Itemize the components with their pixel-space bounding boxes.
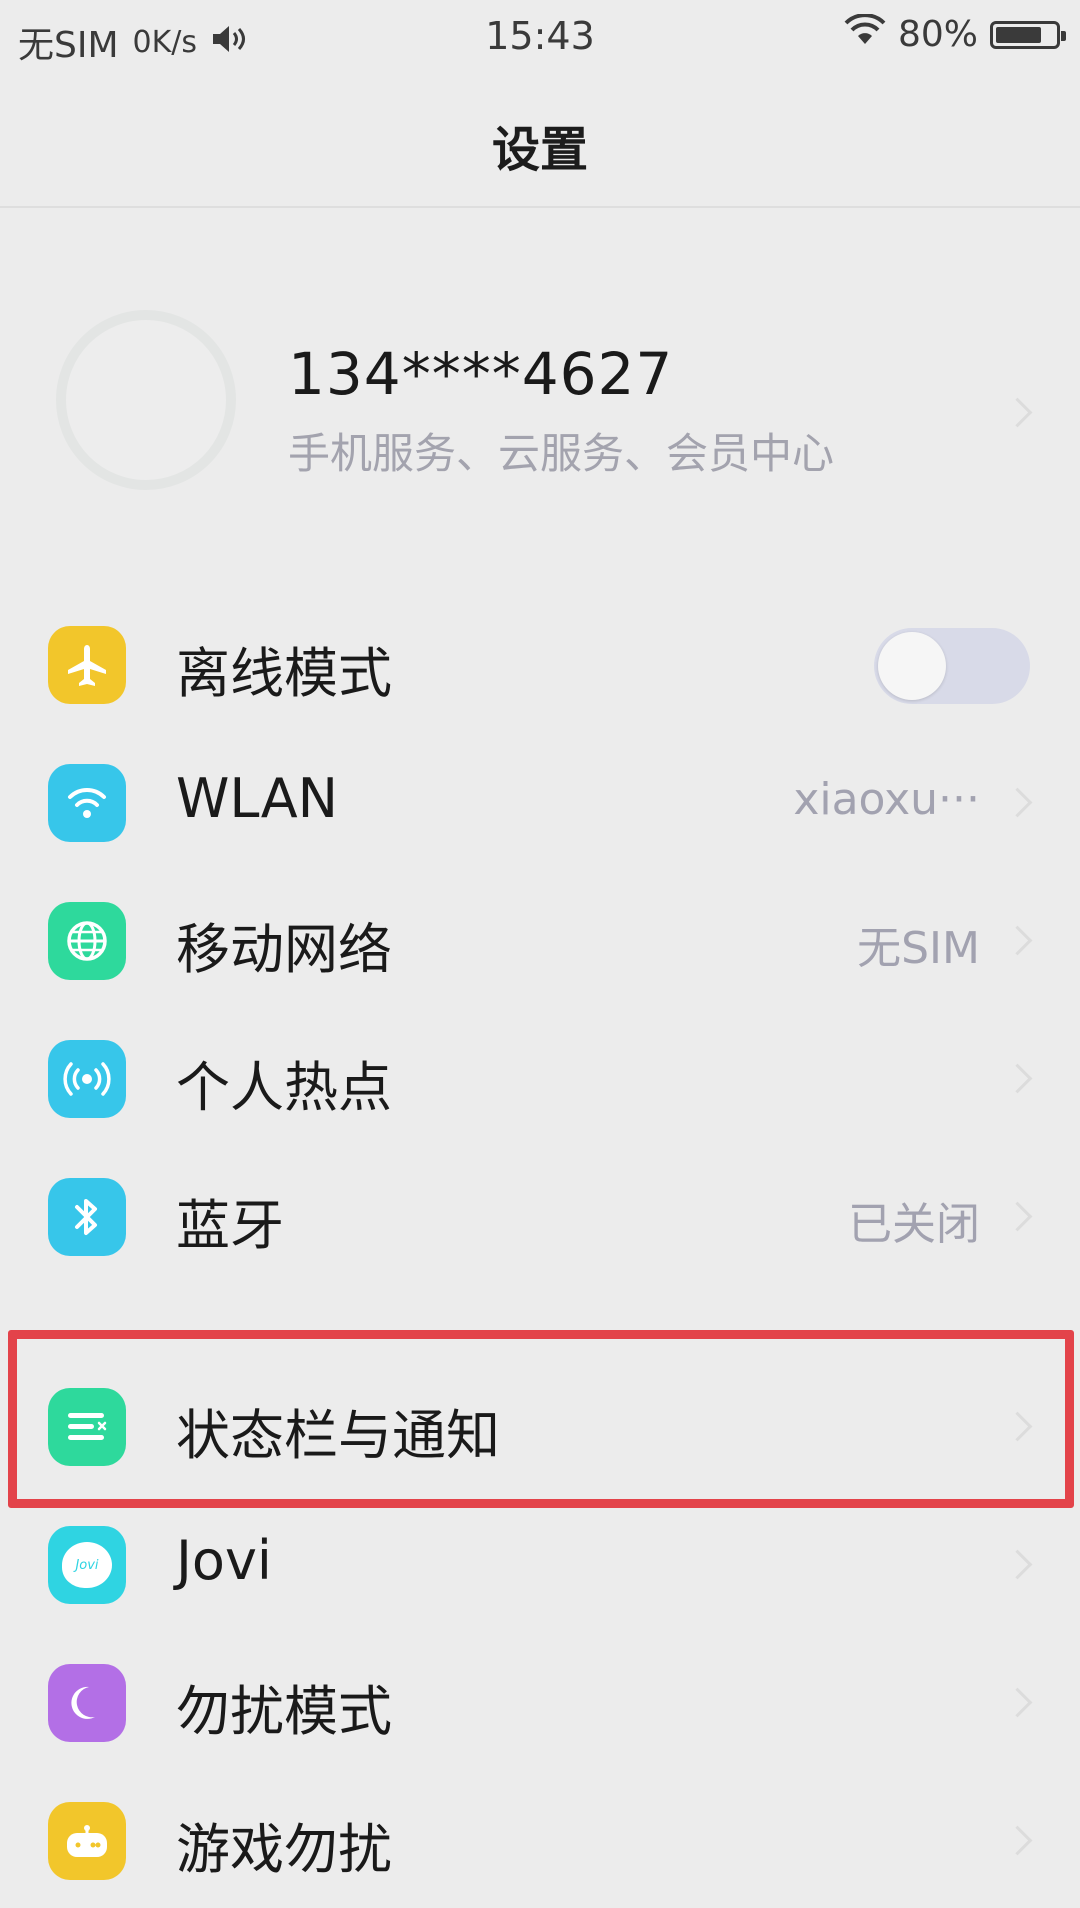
- highlight-box: [8, 1330, 1074, 1508]
- setting-value: 无SIM: [857, 923, 980, 974]
- setting-hotspot[interactable]: 个人热点: [0, 1008, 1080, 1146]
- jovi-icon-text: Jovi: [75, 1557, 99, 1573]
- chevron-right-icon: [1002, 1825, 1033, 1856]
- jovi-icon: Jovi: [48, 1526, 126, 1604]
- setting-wlan[interactable]: WLAN xiaoxu···: [0, 732, 1080, 870]
- setting-value: xiaoxu···: [793, 774, 980, 825]
- toggle-knob: [878, 632, 946, 700]
- chevron-right-icon: [1002, 925, 1033, 956]
- airplane-icon: [48, 626, 126, 704]
- setting-label: WLAN: [176, 767, 339, 830]
- battery-icon: [990, 20, 1066, 49]
- setting-value: 已关闭: [848, 1199, 980, 1250]
- setting-label: 勿扰模式: [176, 1680, 392, 1743]
- battery-percent: 80%: [897, 14, 978, 55]
- avatar: [56, 310, 236, 490]
- account-phone: 134****4627: [288, 340, 674, 408]
- chevron-right-icon: [1002, 1549, 1033, 1580]
- status-bar: 无SIM 0K/s 15:43 80%: [0, 0, 1080, 76]
- setting-label: 离线模式: [176, 642, 392, 705]
- setting-jovi[interactable]: Jovi Jovi: [0, 1494, 1080, 1632]
- wifi-icon: [48, 764, 126, 842]
- setting-label: 蓝牙: [176, 1194, 284, 1257]
- setting-label: 移动网络: [176, 918, 392, 981]
- setting-bluetooth[interactable]: 蓝牙 已关闭: [0, 1146, 1080, 1284]
- account-entry[interactable]: 134****4627 手机服务、云服务、会员中心: [0, 260, 1080, 560]
- page-title: 设置: [491, 122, 588, 178]
- setting-label: 个人热点: [176, 1056, 392, 1119]
- chevron-right-icon: [1002, 1201, 1033, 1232]
- account-subtitle: 手机服务、云服务、会员中心: [288, 429, 835, 478]
- title-bar: 设置: [0, 76, 1080, 208]
- battery-level: [996, 26, 1042, 43]
- setting-label: 游戏勿扰: [176, 1818, 392, 1881]
- chevron-right-icon: [1002, 1063, 1033, 1094]
- setting-mobile-network[interactable]: 移动网络 无SIM: [0, 870, 1080, 1008]
- setting-do-not-disturb[interactable]: 勿扰模式: [0, 1632, 1080, 1770]
- wifi-icon: [844, 13, 886, 55]
- hotspot-icon: [48, 1040, 126, 1118]
- setting-airplane-mode[interactable]: 离线模式: [0, 594, 1080, 732]
- chevron-right-icon: [1002, 1687, 1033, 1718]
- setting-label: Jovi: [176, 1529, 272, 1592]
- setting-game-do-not-disturb[interactable]: 游戏勿扰: [0, 1770, 1080, 1908]
- gamepad-icon: [48, 1802, 126, 1880]
- chevron-right-icon: [1002, 397, 1033, 428]
- chevron-right-icon: [1002, 787, 1033, 818]
- airplane-mode-toggle[interactable]: [874, 628, 1030, 704]
- moon-icon: [48, 1664, 126, 1742]
- globe-icon: [48, 902, 126, 980]
- bluetooth-icon: [48, 1178, 126, 1256]
